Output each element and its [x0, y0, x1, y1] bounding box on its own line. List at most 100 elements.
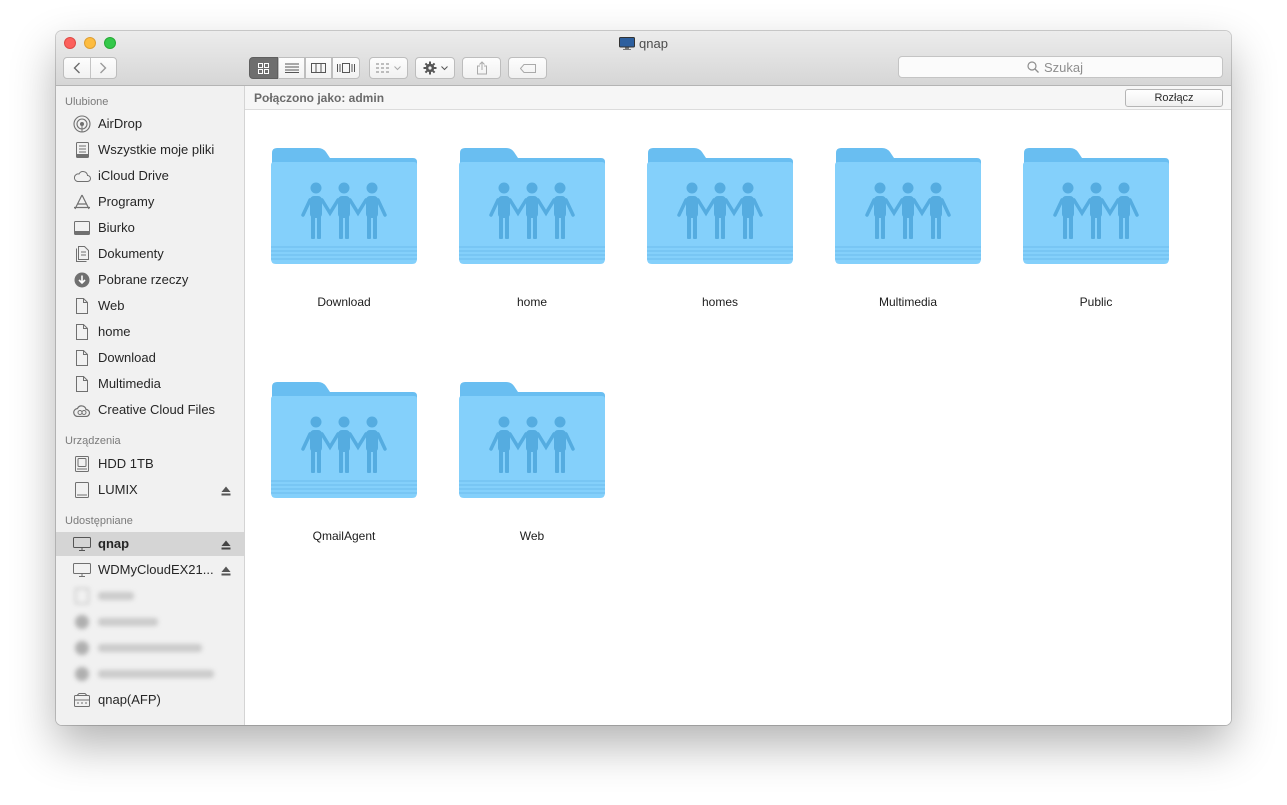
eject-lumix-icon[interactable] [221, 484, 231, 499]
sidebar-item-download[interactable]: Download [56, 346, 244, 370]
tag-button[interactable] [508, 57, 547, 79]
sidebar-item-icloud-drive[interactable]: iCloud Drive [56, 164, 244, 188]
folder-item[interactable]: Multimedia [828, 147, 988, 327]
shared-folder-icon [834, 147, 982, 265]
back-button[interactable] [64, 58, 90, 78]
sidebar-item-multimedia[interactable]: Multimedia [56, 372, 244, 396]
redacted-icon [73, 666, 91, 682]
cloud-icon [73, 168, 91, 184]
sidebar-item-desktop[interactable]: Biurko [56, 216, 244, 240]
tag-icon [519, 63, 536, 73]
sidebar-item-hdd-1tb[interactable]: HDD 1TB [56, 452, 244, 476]
chevron-left-icon [73, 62, 80, 74]
sidebar-item-wdmycloud[interactable]: WDMyCloudEX21... [56, 558, 244, 582]
folder-label: Download [317, 295, 371, 309]
folder-item[interactable]: QmailAgent [264, 381, 424, 561]
sidebar-heading-shared: Udostępniane [65, 515, 133, 527]
redacted-label [98, 592, 134, 600]
monitor-icon [73, 562, 91, 578]
shared-folder-icon [270, 147, 418, 265]
forward-button[interactable] [89, 58, 117, 78]
sidebar-item-redacted[interactable] [56, 662, 244, 686]
creative-cloud-icon [73, 402, 91, 418]
folder-label: Public [1079, 295, 1113, 309]
finder-window: qnap Szukaj Ulubione AirDrop Wszystkie m… [56, 31, 1231, 725]
sidebar-item-documents[interactable]: Dokumenty [56, 242, 244, 266]
share-icon [476, 61, 487, 75]
folder-item[interactable]: homes [640, 147, 800, 327]
column-view-button[interactable] [305, 57, 332, 79]
file-grid: Download home homes Multimedia Public Qm… [245, 110, 1231, 725]
file-icon [73, 376, 91, 392]
desktop-icon [73, 220, 91, 236]
sidebar-item-applications[interactable]: Programy [56, 190, 244, 214]
sidebar-item-creative-cloud[interactable]: Creative Cloud Files [56, 398, 244, 422]
sidebar-item-qnap-afp[interactable]: qnap(AFP) [56, 688, 244, 712]
sidebar-item-airdrop[interactable]: AirDrop [56, 112, 244, 136]
title-bar: qnap [56, 31, 1231, 86]
list-view-button[interactable] [278, 57, 305, 79]
window-title-text: qnap [639, 36, 668, 51]
sidebar-item-web[interactable]: Web [56, 294, 244, 318]
action-menu-button[interactable] [415, 57, 455, 79]
columns-icon [311, 63, 326, 73]
server-icon [73, 692, 91, 708]
folder-item[interactable]: Web [452, 381, 612, 561]
redacted-label [98, 670, 214, 678]
folder-label: Multimedia [878, 295, 938, 309]
sidebar: Ulubione AirDrop Wszystkie moje pliki iC… [56, 86, 245, 725]
sidebar-item-redacted[interactable] [56, 636, 244, 660]
coverflow-icon [337, 63, 355, 73]
download-icon [73, 272, 91, 288]
redacted-icon [73, 640, 91, 656]
shared-folder-icon [1022, 147, 1170, 265]
folder-label: homes [701, 295, 739, 309]
folder-item[interactable]: home [452, 147, 612, 327]
arrange-grid-icon [376, 63, 389, 73]
sidebar-item-redacted[interactable] [56, 610, 244, 634]
hard-drive-icon [73, 456, 91, 472]
monitor-icon [619, 37, 636, 53]
folder-item[interactable]: Download [264, 147, 424, 327]
eject-qnap-icon[interactable] [221, 538, 231, 553]
airdrop-icon [73, 115, 91, 133]
sidebar-item-lumix[interactable]: LUMIX [56, 478, 244, 502]
sidebar-item-downloads[interactable]: Pobrane rzeczy [56, 268, 244, 292]
file-icon [73, 298, 91, 314]
eject-wdmycloud-icon[interactable] [221, 564, 231, 579]
icon-grid-icon [258, 62, 269, 74]
redacted-icon [73, 588, 91, 604]
search-input[interactable] [1044, 59, 1094, 75]
disconnect-button[interactable]: Rozłącz [1125, 89, 1223, 107]
window-title: qnap [56, 36, 1231, 53]
icon-view-button[interactable] [249, 57, 278, 79]
folder-label: Web [519, 529, 545, 543]
documents-icon [73, 246, 91, 262]
sidebar-heading-devices: Urządzenia [65, 435, 121, 447]
monitor-icon [73, 536, 91, 552]
redacted-label [98, 644, 202, 652]
file-icon [73, 350, 91, 366]
share-button[interactable] [462, 57, 501, 79]
search-field[interactable] [898, 56, 1223, 78]
connected-as-label: Połączono jako: admin [254, 91, 385, 105]
sidebar-item-home[interactable]: home [56, 320, 244, 344]
list-lines-icon [284, 63, 299, 73]
nav-button-group [63, 57, 117, 79]
connection-bar: Połączono jako: admin Rozłącz [245, 86, 1231, 110]
folder-label: QmailAgent [312, 529, 376, 543]
all-files-icon [73, 142, 91, 158]
sidebar-item-redacted[interactable] [56, 584, 244, 608]
applications-icon [73, 194, 91, 210]
sidebar-item-all-files[interactable]: Wszystkie moje pliki [56, 138, 244, 162]
arrange-button[interactable] [369, 57, 408, 79]
chevron-down-icon [394, 65, 401, 70]
sidebar-heading-favorites: Ulubione [65, 96, 109, 108]
sidebar-item-qnap[interactable]: qnap [56, 532, 244, 556]
coverflow-view-button[interactable] [332, 57, 360, 79]
shared-folder-icon [646, 147, 794, 265]
gear-icon [423, 61, 436, 75]
search-icon [1027, 61, 1039, 73]
folder-item[interactable]: Public [1016, 147, 1176, 327]
external-drive-icon [73, 482, 91, 498]
